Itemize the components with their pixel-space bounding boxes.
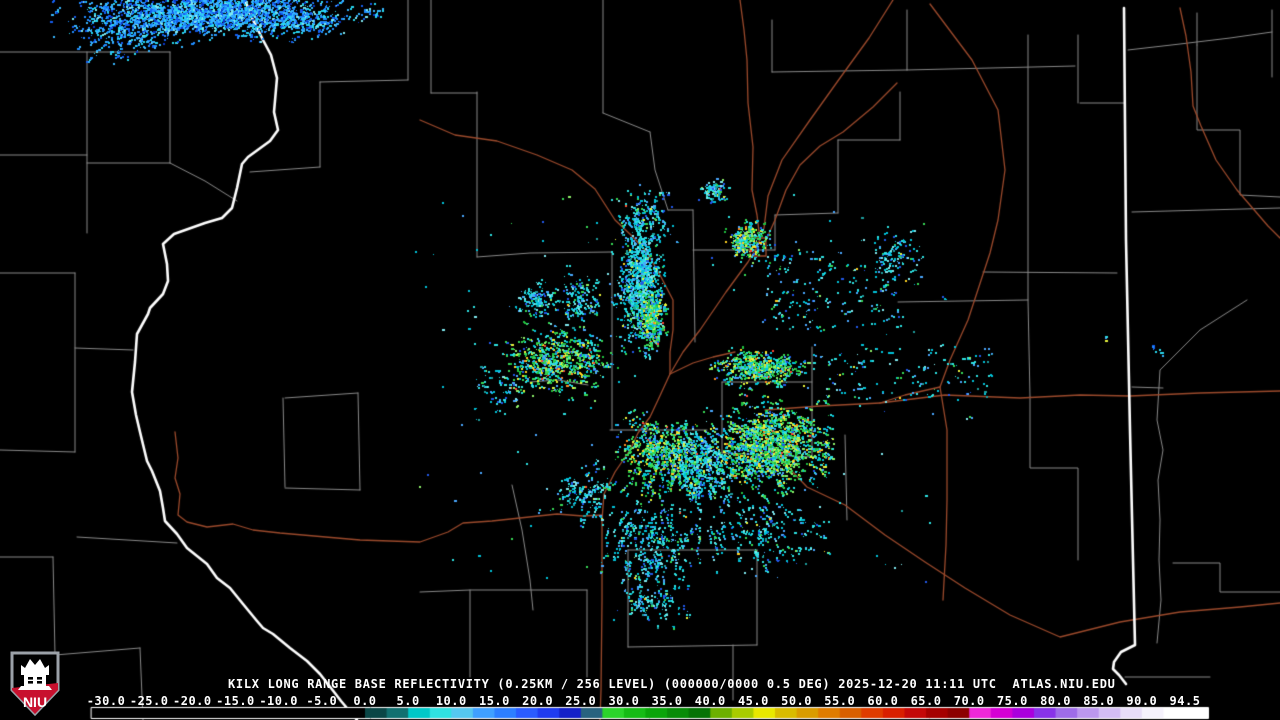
scale-label: 65.0 [910, 694, 942, 708]
scale-label: 25.0 [565, 694, 597, 708]
scale-label: 10.0 [435, 694, 467, 708]
scale-label: -15.0 [216, 694, 255, 708]
map-caption: KILX LONG RANGE BASE REFLECTIVITY (0.25K… [228, 677, 1116, 691]
scale-label: 35.0 [651, 694, 683, 708]
scale-label: 60.0 [867, 694, 899, 708]
scale-label: 94.5 [1169, 694, 1201, 708]
scale-label: 5.0 [396, 694, 420, 708]
scale-label: 20.0 [522, 694, 554, 708]
scale-label: 80.0 [1040, 694, 1071, 708]
radar-map-canvas [0, 0, 1280, 720]
scale-label: 0.0 [353, 694, 377, 708]
scale-label: 50.0 [781, 694, 812, 708]
scale-label: 90.0 [1126, 694, 1158, 708]
scale-label: 15.0 [478, 694, 510, 708]
scale-label: -10.0 [259, 694, 298, 708]
niu-label: NIU [23, 694, 47, 710]
scale-label: 70.0 [953, 694, 985, 708]
radar-screen: NIU KILX LONG RANGE BASE REFLECTIVITY (0… [0, 0, 1280, 720]
scale-label: -5.0 [306, 694, 338, 708]
scale-label: 85.0 [1083, 694, 1115, 708]
scale-label: -30.0 [86, 694, 126, 708]
scale-label: 30.0 [608, 694, 640, 708]
scale-label: 55.0 [824, 694, 856, 708]
scale-label: -20.0 [173, 694, 212, 708]
niu-logo: NIU [10, 651, 60, 717]
scale-label: -25.0 [129, 694, 169, 708]
scale-label: 75.0 [996, 694, 1028, 708]
scale-label: 40.0 [694, 694, 726, 708]
scale-label: 45.0 [737, 694, 769, 708]
